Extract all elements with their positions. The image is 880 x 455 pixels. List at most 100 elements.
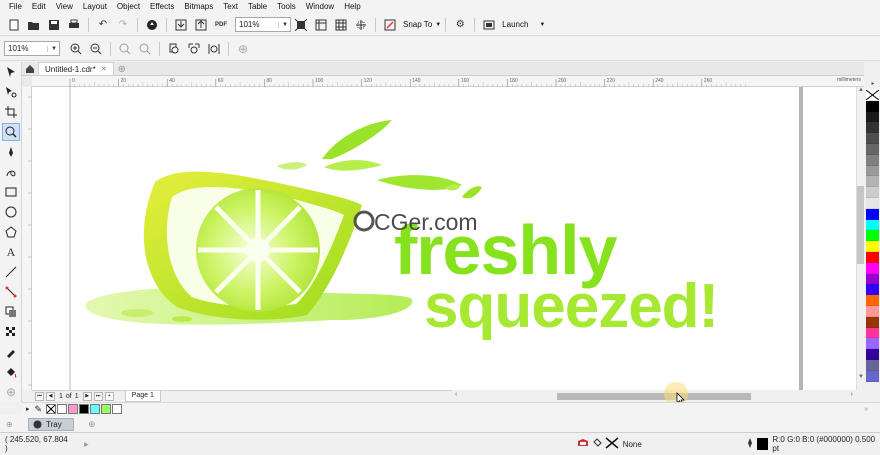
zoom-tool-icon[interactable] bbox=[2, 123, 20, 141]
palette-swatch[interactable] bbox=[866, 230, 879, 242]
search-content-icon[interactable] bbox=[144, 17, 160, 33]
palette-swatch[interactable] bbox=[866, 338, 879, 350]
palette-swatch[interactable] bbox=[866, 219, 879, 231]
snap-to-icon[interactable] bbox=[382, 17, 398, 33]
full-screen-preview-icon[interactable] bbox=[293, 17, 309, 33]
first-page-icon[interactable]: ⏮ bbox=[35, 391, 44, 401]
shape-tool-icon[interactable] bbox=[2, 83, 20, 101]
document-palette-swatch[interactable] bbox=[79, 404, 90, 414]
menu-help[interactable]: Help bbox=[339, 0, 365, 14]
current-page-number[interactable]: 1 bbox=[59, 393, 63, 400]
add-icon[interactable]: ⊕ bbox=[235, 41, 251, 57]
options-gear-icon[interactable]: ⚙ bbox=[452, 17, 468, 33]
crop-tool-icon[interactable] bbox=[2, 103, 20, 121]
menu-file[interactable]: File bbox=[4, 0, 27, 14]
menu-table[interactable]: Table bbox=[243, 0, 272, 14]
zoom-out-icon[interactable] bbox=[88, 41, 104, 57]
zoom-levels-combo[interactable]: 101% ▼ bbox=[4, 41, 60, 56]
palette-swatch[interactable] bbox=[866, 370, 879, 382]
zoom-level-combo[interactable]: 101% ▼ bbox=[235, 17, 291, 32]
palette-swatch[interactable] bbox=[866, 305, 879, 317]
palette-swatch[interactable] bbox=[866, 187, 879, 198]
parallel-dimension-tool-icon[interactable] bbox=[2, 263, 20, 281]
horizontal-ruler[interactable]: 0 20 40 60 80 100 120 140 160 180 200 220 240 260 mil… bbox=[32, 76, 864, 87]
import-icon[interactable] bbox=[173, 17, 189, 33]
horizontal-scrollbar-thumb[interactable] bbox=[557, 393, 751, 400]
palette-swatch[interactable] bbox=[866, 284, 879, 296]
palette-swatch[interactable] bbox=[866, 111, 879, 123]
document-palette-swatch[interactable] bbox=[90, 404, 101, 414]
palette-scroll-icon[interactable]: » bbox=[864, 406, 868, 413]
palette-swatch[interactable] bbox=[866, 154, 879, 166]
palette-swatch[interactable] bbox=[866, 122, 879, 134]
chevron-down-icon[interactable]: ▼ bbox=[435, 22, 441, 28]
save-icon[interactable] bbox=[46, 17, 62, 33]
chevron-left-icon[interactable]: ‹ bbox=[455, 391, 457, 398]
palette-swatch[interactable] bbox=[866, 316, 879, 328]
tray-expand-icon[interactable]: ⊕ bbox=[6, 420, 13, 429]
connector-tool-icon[interactable] bbox=[2, 283, 20, 301]
show-grid-icon[interactable] bbox=[333, 17, 349, 33]
splash-drops[interactable] bbox=[277, 120, 482, 199]
palette-menu-icon[interactable]: ▸ bbox=[866, 80, 880, 90]
palette-swatch[interactable] bbox=[866, 349, 879, 360]
menu-window[interactable]: Window bbox=[301, 0, 339, 14]
launch-label[interactable]: Launch bbox=[502, 20, 528, 29]
eyedropper-tool-icon[interactable] bbox=[2, 343, 20, 361]
show-rulers-icon[interactable] bbox=[313, 17, 329, 33]
palette-swatch[interactable] bbox=[866, 197, 879, 209]
transparency-tool-icon[interactable] bbox=[2, 323, 20, 341]
palette-swatch[interactable] bbox=[866, 273, 879, 285]
zoom-to-page-icon[interactable] bbox=[166, 41, 182, 57]
menu-bitmaps[interactable]: Bitmaps bbox=[179, 0, 218, 14]
zoom-to-all-objects-icon[interactable] bbox=[137, 41, 153, 57]
zoom-to-page-width-icon[interactable] bbox=[186, 41, 202, 57]
undo-icon[interactable]: ↶ bbox=[95, 17, 111, 33]
snap-to-label[interactable]: Snap To bbox=[403, 20, 432, 29]
launch-icon[interactable] bbox=[481, 17, 497, 33]
outline-pen-icon[interactable] bbox=[746, 437, 754, 451]
palette-swatch[interactable] bbox=[866, 359, 879, 371]
text-tool-icon[interactable]: A bbox=[2, 243, 20, 261]
interactive-fill-tool-icon[interactable] bbox=[2, 363, 20, 381]
chevron-right-icon[interactable]: › bbox=[851, 391, 853, 398]
document-tab[interactable]: Untitled-1.cdr* ✕ bbox=[38, 62, 114, 75]
chevron-down-icon[interactable]: ▼ bbox=[858, 374, 864, 380]
palette-swatch[interactable] bbox=[866, 251, 879, 263]
freehand-tool-icon[interactable] bbox=[2, 143, 20, 161]
artistic-media-tool-icon[interactable] bbox=[2, 163, 20, 181]
menu-effects[interactable]: Effects bbox=[145, 0, 179, 14]
last-page-icon[interactable]: ⏭ bbox=[93, 391, 103, 401]
palette-swatch[interactable] bbox=[866, 176, 879, 188]
close-icon[interactable]: ✕ bbox=[101, 65, 107, 73]
export-icon[interactable] bbox=[193, 17, 209, 33]
palette-swatch[interactable] bbox=[866, 262, 879, 274]
palette-swatch[interactable] bbox=[866, 143, 879, 155]
palette-flyout-icon[interactable]: ▸ bbox=[26, 405, 30, 413]
add-document-icon[interactable]: ⊕ bbox=[118, 64, 126, 75]
pick-tool-icon[interactable] bbox=[2, 63, 20, 81]
drawing-canvas[interactable]: freshly squeezed! CGer.com bbox=[32, 87, 856, 390]
vertical-scrollbar-thumb[interactable] bbox=[857, 186, 864, 264]
add-tool-icon[interactable]: ⊕ bbox=[2, 383, 20, 401]
palette-swatch[interactable] bbox=[866, 165, 879, 177]
palette-swatch[interactable] bbox=[866, 90, 879, 101]
menu-edit[interactable]: Edit bbox=[27, 0, 51, 14]
status-options-icon[interactable]: ▸ bbox=[84, 439, 89, 450]
home-icon[interactable] bbox=[25, 63, 35, 75]
polygon-tool-icon[interactable] bbox=[2, 223, 20, 241]
menu-tools[interactable]: Tools bbox=[272, 0, 301, 14]
page-tab[interactable]: Page 1 bbox=[124, 390, 161, 402]
menu-object[interactable]: Object bbox=[112, 0, 145, 14]
document-palette-swatch[interactable] bbox=[112, 404, 123, 414]
open-folder-icon[interactable] bbox=[26, 17, 42, 33]
fill-indicator-icon[interactable] bbox=[592, 438, 603, 450]
outline-color-swatch[interactable] bbox=[756, 438, 769, 450]
redo-icon[interactable]: ↷ bbox=[115, 17, 131, 33]
add-page-icon[interactable]: + bbox=[104, 391, 114, 401]
drop-shadow-tool-icon[interactable] bbox=[2, 303, 20, 321]
zoom-to-selected-icon[interactable] bbox=[117, 41, 133, 57]
zoom-in-icon[interactable] bbox=[68, 41, 84, 57]
eyedropper-icon[interactable]: ✎ bbox=[35, 404, 43, 415]
menu-text[interactable]: Text bbox=[218, 0, 243, 14]
